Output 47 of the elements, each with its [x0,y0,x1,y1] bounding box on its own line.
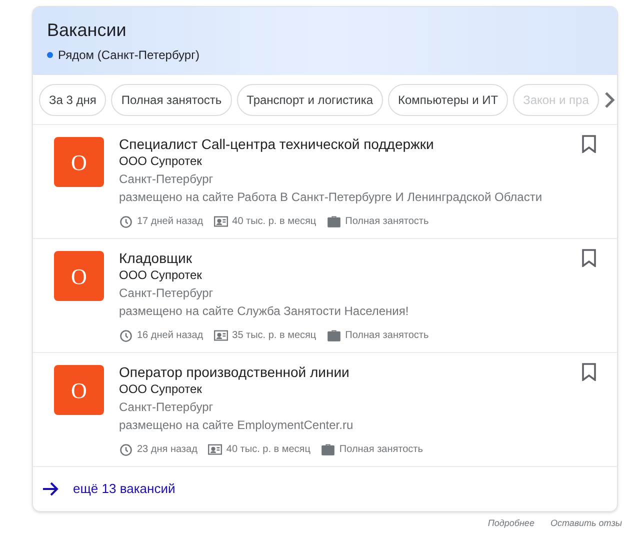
location-text: Рядом (Санкт-Петербург) [58,47,200,64]
posted-date: 16 дней назад [137,329,204,343]
briefcase-icon [327,329,342,342]
footer-link[interactable]: Оставить отзы [550,517,622,530]
banknote-icon [208,444,222,455]
briefcase-icon [321,443,336,456]
clock-icon [119,442,133,456]
card-title: Вакансии [47,19,128,42]
banknote-icon [214,330,228,341]
chevron-right-icon[interactable] [604,90,616,108]
employment-type: Полная занятость [345,329,429,343]
job-city: Санкт-Петербург [119,399,214,416]
banknote-icon [214,216,228,227]
filter-chip[interactable]: Полная занятость [111,84,232,116]
job-title[interactable]: Кладовщик [119,249,582,267]
clock-icon [119,214,133,228]
salary: 40 тыс. р. в месяц [226,443,310,457]
salary: 40 тыс. р. в месяц [232,215,316,229]
more-jobs-link[interactable]: ещё 13 вакансий [73,479,176,499]
company-name: ООО Супротек [119,381,203,398]
company-logo: О [54,137,104,187]
salary: 35 тыс. р. в месяц [232,329,316,343]
company-name: ООО Супротек [119,153,203,170]
posted-date: 23 дня назад [137,443,198,457]
company-name: ООО Супротек [119,267,203,284]
footer-link[interactable]: Подробнее [488,517,534,530]
company-logo: О [54,251,104,301]
job-source: размещено на сайте Служба Занятости Населения! [119,303,410,320]
bookmark-icon[interactable] [582,363,596,381]
job-title[interactable]: Оператор производственной линии [119,363,582,381]
employment-type: Полная занятость [339,443,423,457]
filter-chip[interactable]: За 3 дня [39,84,106,116]
job-city: Санкт-Петербург [119,285,214,302]
company-logo: О [54,365,104,415]
job-source: размещено на сайте Работа В Санкт-Петербурге И Ленинградской Области [119,189,544,206]
clock-icon [119,328,133,342]
filter-chip[interactable]: Компьютеры и ИТ [388,84,508,116]
briefcase-icon [327,215,342,228]
filter-chip[interactable]: Транспорт и логистика [236,84,384,116]
employment-type: Полная занятость [345,215,429,229]
posted-date: 17 дней назад [137,215,204,229]
job-title[interactable]: Специалист Call-центра технической поддержки [119,135,582,153]
job-source: размещено на сайте EmploymentCenter.ru [119,417,354,434]
bookmark-icon[interactable] [582,249,596,267]
job-city: Санкт-Петербург [119,171,214,188]
bookmark-icon[interactable] [582,135,596,153]
arrow-right-icon[interactable] [43,482,59,496]
